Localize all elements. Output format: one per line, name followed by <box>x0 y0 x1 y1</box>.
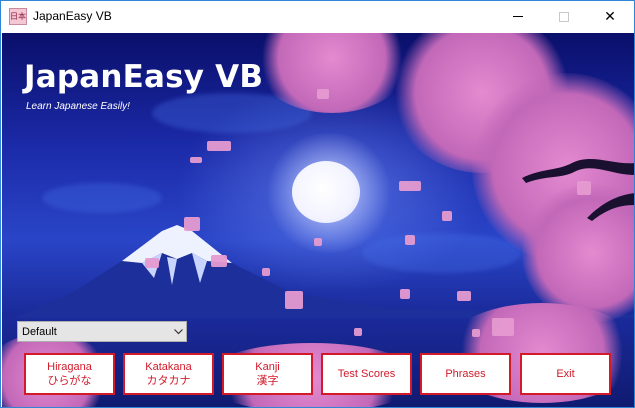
app-subtitle: Learn Japanese Easily! <box>26 101 130 112</box>
hiragana-button[interactable]: Hiragana ひらがな <box>24 353 115 395</box>
test-scores-label: Test Scores <box>337 367 396 380</box>
blossom-petal <box>405 235 415 245</box>
hiragana-label: Hiragana <box>47 361 92 373</box>
blossom-petal <box>457 291 471 301</box>
katakana-button[interactable]: Katakana カタカナ <box>123 353 214 395</box>
blossom-petal <box>399 181 421 191</box>
minimize-icon <box>513 16 523 17</box>
blossom-petal <box>190 157 202 163</box>
maximize-button[interactable] <box>541 1 587 32</box>
blossom-petal <box>354 328 362 336</box>
blossom-petal <box>262 268 270 276</box>
exit-button[interactable]: Exit <box>520 353 611 395</box>
close-button[interactable]: ✕ <box>587 1 633 32</box>
kanji-label: Kanji <box>255 361 280 373</box>
blossom-petal <box>472 329 480 337</box>
app-window: 日本 JapanEasy VB ✕ JapanEasy VB Learn Jap… <box>0 0 635 408</box>
moon <box>292 161 360 223</box>
exit-label: Exit <box>556 367 575 380</box>
blossom-petal <box>442 211 452 221</box>
kanji-kana-label: 漢字 <box>256 374 279 387</box>
app-title: JapanEasy VB <box>24 59 264 95</box>
tree-branch <box>522 159 634 221</box>
dropdown-value: Default <box>22 325 57 338</box>
cloud <box>42 183 162 213</box>
window-title: JapanEasy VB <box>33 9 112 23</box>
blossom-petal <box>207 141 231 151</box>
theme-dropdown[interactable]: Default <box>17 321 187 342</box>
phrases-button[interactable]: Phrases <box>420 353 511 395</box>
title-bar[interactable]: 日本 JapanEasy VB ✕ <box>1 1 634 32</box>
blossom-petal <box>145 258 159 268</box>
phrases-label: Phrases <box>445 367 486 380</box>
chevron-down-icon[interactable] <box>170 322 186 341</box>
hiragana-kana-label: ひらがな <box>47 374 92 387</box>
kanji-button[interactable]: Kanji 漢字 <box>222 353 313 395</box>
minimize-button[interactable] <box>495 1 541 32</box>
close-icon: ✕ <box>604 8 616 25</box>
blossom-petal <box>492 318 514 336</box>
app-icon: 日本 <box>9 8 27 25</box>
katakana-label: Katakana <box>145 361 192 373</box>
blossom-petal <box>577 181 591 195</box>
blossom-petal <box>184 217 200 231</box>
blossom-petal <box>211 255 227 267</box>
background-scene: JapanEasy VB Learn Japanese Easily! Defa… <box>2 33 634 407</box>
blossom-petal <box>400 289 410 299</box>
test-scores-button[interactable]: Test Scores <box>321 353 412 395</box>
katakana-kana-label: カタカナ <box>146 374 191 387</box>
blossom-petal <box>314 238 322 246</box>
blossom-petal <box>317 89 329 99</box>
blossom-petal <box>285 291 303 309</box>
maximize-icon <box>559 11 569 22</box>
